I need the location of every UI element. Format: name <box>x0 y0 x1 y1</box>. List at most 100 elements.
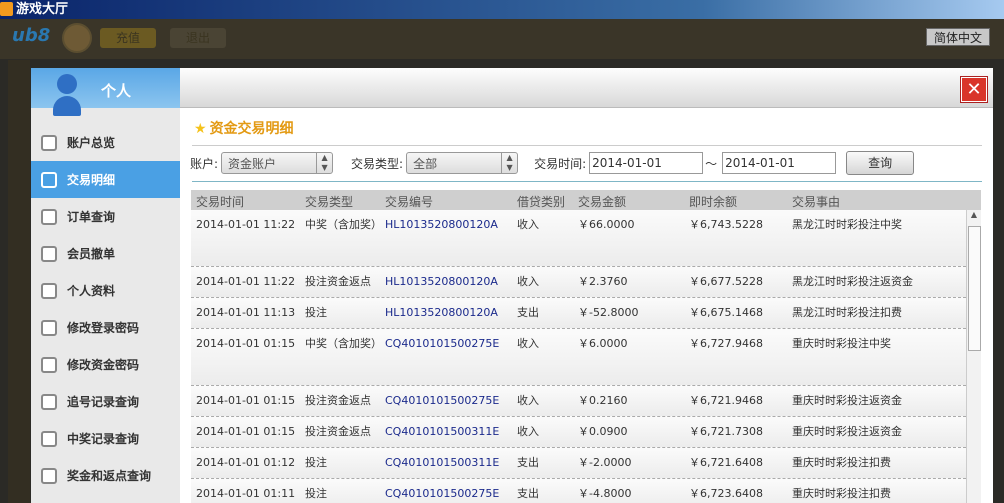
sidebar-item-2[interactable]: 订单查询 <box>31 198 180 235</box>
person-icon <box>53 74 81 118</box>
search-icon <box>41 393 57 410</box>
spinner-icon: ▲ ▼ <box>501 153 517 173</box>
scrollbar-thumb[interactable] <box>968 226 981 351</box>
cell-balance: ￥6,677.5228 <box>689 275 763 288</box>
sidebar-item-6[interactable]: 修改资金密码 <box>31 346 180 383</box>
panel-header <box>180 68 993 108</box>
table-row[interactable]: 2014-01-01 01:12 投注 CQ4010101500311E 支出 ￥-2.… <box>191 448 966 479</box>
cell-balance: ￥6,675.1468 <box>689 306 763 319</box>
table-row[interactable]: 2014-01-01 01:11 投注 CQ4010101500275E 支出 ￥-4.… <box>191 479 966 503</box>
cell-reason: 重庆时时彩投注返资金 <box>792 394 902 407</box>
sidebar-menu: 账户总览交易明细订单查询会员撤单个人资料 修改登录密码修改资金密码追号记录查询中奖… <box>31 124 180 494</box>
cell-id[interactable]: CQ4010101500275E <box>385 388 499 413</box>
sidebar: 个人 账户总览 交易明细 订单查询 会员撤单 个人资料 修改登录密码 修改资金密码 追号记录查… <box>31 68 180 503</box>
cell-reason: 黑龙江时时彩投注中奖 <box>792 218 902 231</box>
cell-reason: 重庆时时彩投注扣费 <box>792 487 891 500</box>
sidebar-item-5[interactable]: 修改登录密码 <box>31 309 180 346</box>
column-header[interactable]: 交易编号 <box>385 193 433 210</box>
sidebar-item-label: 中奖记录查询 <box>67 432 140 446</box>
cell-reason: 黑龙江时时彩投注返资金 <box>792 275 913 288</box>
sidebar-item-3[interactable]: 会员撤单 <box>31 235 180 272</box>
date-from-input[interactable]: 2014-01-01 <box>589 152 704 174</box>
cell-reason: 重庆时时彩投注中奖 <box>792 337 891 350</box>
cell-category: 支出 <box>517 306 539 319</box>
cell-id[interactable]: HL1013520800120A <box>385 212 498 237</box>
type-select[interactable]: 全部 ▲ ▼ <box>406 152 519 174</box>
cell-type: 投注 <box>305 306 327 319</box>
column-header[interactable]: 交易事由 <box>792 193 840 210</box>
scroll-up-icon[interactable]: ▲ <box>967 210 981 222</box>
sidebar-item-label: 会员撤单 <box>67 247 116 261</box>
table-row[interactable]: 2014-01-01 01:15 投注资金返点 CQ4010101500275E 收入… <box>191 386 966 417</box>
divider <box>192 181 982 182</box>
cell-time: 2014-01-01 01:15 <box>196 394 296 407</box>
cell-type: 投注资金返点 <box>305 425 371 438</box>
table-row[interactable]: 2014-01-01 11:13 投注 HL1013520800120A 支出 ￥-52… <box>191 298 966 329</box>
sidebar-item-label: 修改资金密码 <box>67 358 140 372</box>
order-icon <box>41 208 57 225</box>
personal-dialog: 个人 账户总览 交易明细 订单查询 会员撤单 个人资料 修改登录密码 修改资金密码 追号记录查… <box>31 68 993 503</box>
sidebar-item-label: 交易明细 <box>67 173 116 187</box>
sidebar-item-8[interactable]: 中奖记录查询 <box>31 420 180 457</box>
column-header[interactable]: 借贷类别 <box>517 193 565 210</box>
language-select[interactable]: 简体中文 <box>926 28 990 46</box>
cell-balance: ￥6,721.9468 <box>689 394 763 407</box>
cell-type: 投注 <box>305 456 327 469</box>
date-separator: ～ <box>705 156 718 171</box>
sidebar-item-4[interactable]: 个人资料 <box>31 272 180 309</box>
account-select[interactable]: 资金账户 ▲ ▼ <box>221 152 334 174</box>
cell-balance: ￥6,723.6408 <box>689 487 763 500</box>
sidebar-item-0[interactable]: 账户总览 <box>31 124 180 161</box>
cell-type: 投注资金返点 <box>305 394 371 407</box>
sidebar-item-1[interactable]: 交易明细 <box>31 161 180 198</box>
cell-amount: ￥2.3760 <box>578 275 628 288</box>
star-icon: ★ <box>194 121 207 137</box>
spinner-icon: ▲ ▼ <box>316 153 332 173</box>
cell-category: 收入 <box>517 218 539 231</box>
scrollbar[interactable]: ▲ <box>966 210 981 503</box>
lock-icon <box>41 356 57 373</box>
avatar[interactable] <box>62 23 92 53</box>
column-header[interactable]: 交易时间 <box>196 193 244 210</box>
cell-category: 收入 <box>517 337 539 350</box>
cell-id[interactable]: CQ4010101500311E <box>385 450 499 475</box>
transactions-table: 交易时间 交易类型 交易编号 借贷类别 交易金额 即时余额 交易事由 2014-01-01 … <box>191 190 981 503</box>
lock-icon <box>41 319 57 336</box>
column-header[interactable]: 即时余额 <box>689 193 737 210</box>
cell-time: 2014-01-01 11:13 <box>196 306 296 319</box>
column-header[interactable]: 交易金额 <box>578 193 626 210</box>
logout-button[interactable]: 退出 <box>170 28 226 48</box>
date-to-input[interactable]: 2014-01-01 <box>722 152 837 174</box>
search-icon <box>41 467 57 484</box>
cell-id[interactable]: CQ4010101500275E <box>385 481 499 503</box>
app-bar: ub8 充值 退出 <box>0 19 1004 59</box>
table-row[interactable]: 2014-01-01 01:15 中奖（含加奖） CQ4010101500275E 收… <box>191 329 966 386</box>
cell-balance: ￥6,727.9468 <box>689 337 763 350</box>
cell-id[interactable]: CQ4010101500311E <box>385 419 499 444</box>
sidebar-item-9[interactable]: 奖金和返点查询 <box>31 457 180 494</box>
cell-balance: ￥6,743.5228 <box>689 218 763 231</box>
window-titlebar: 游戏大厅 <box>0 0 1004 19</box>
cell-time: 2014-01-01 01:15 <box>196 425 296 438</box>
cancel-icon <box>41 245 57 262</box>
table-row[interactable]: 2014-01-01 11:22 中奖（含加奖） HL1013520800120A 收… <box>191 210 966 267</box>
filter-bar: 账户: 资金账户 ▲ ▼ 交易类型: 全部 ▲ ▼ 交易时间: 2014-01-01 ～… <box>190 151 915 175</box>
sidebar-item-7[interactable]: 追号记录查询 <box>31 383 180 420</box>
cell-id[interactable]: CQ4010101500275E <box>385 331 499 356</box>
cell-id[interactable]: HL1013520800120A <box>385 269 498 294</box>
table-row[interactable]: 2014-01-01 11:22 投注资金返点 HL1013520800120A 收入… <box>191 267 966 298</box>
cell-id[interactable]: HL1013520800120A <box>385 300 498 325</box>
close-button[interactable]: ✕ <box>961 77 987 102</box>
main-panel: ✕ ★ 资金交易明细 账户: 资金账户 ▲ ▼ 交易类型: 全部 ▲ ▼ 交易时间: 20… <box>180 68 993 503</box>
brand-logo: ub8 <box>12 25 51 46</box>
cell-type: 投注资金返点 <box>305 275 371 288</box>
query-button[interactable]: 查询 <box>846 151 915 175</box>
cell-type: 中奖（含加奖） <box>305 337 382 350</box>
column-header[interactable]: 交易类型 <box>305 193 353 210</box>
cell-amount: ￥-52.8000 <box>578 306 639 319</box>
account-label: 账户: <box>190 156 219 171</box>
recharge-button[interactable]: 充值 <box>100 28 156 48</box>
table-row[interactable]: 2014-01-01 01:15 投注资金返点 CQ4010101500311E 收入… <box>191 417 966 448</box>
cell-category: 支出 <box>517 456 539 469</box>
sidebar-item-label: 账户总览 <box>67 136 116 150</box>
